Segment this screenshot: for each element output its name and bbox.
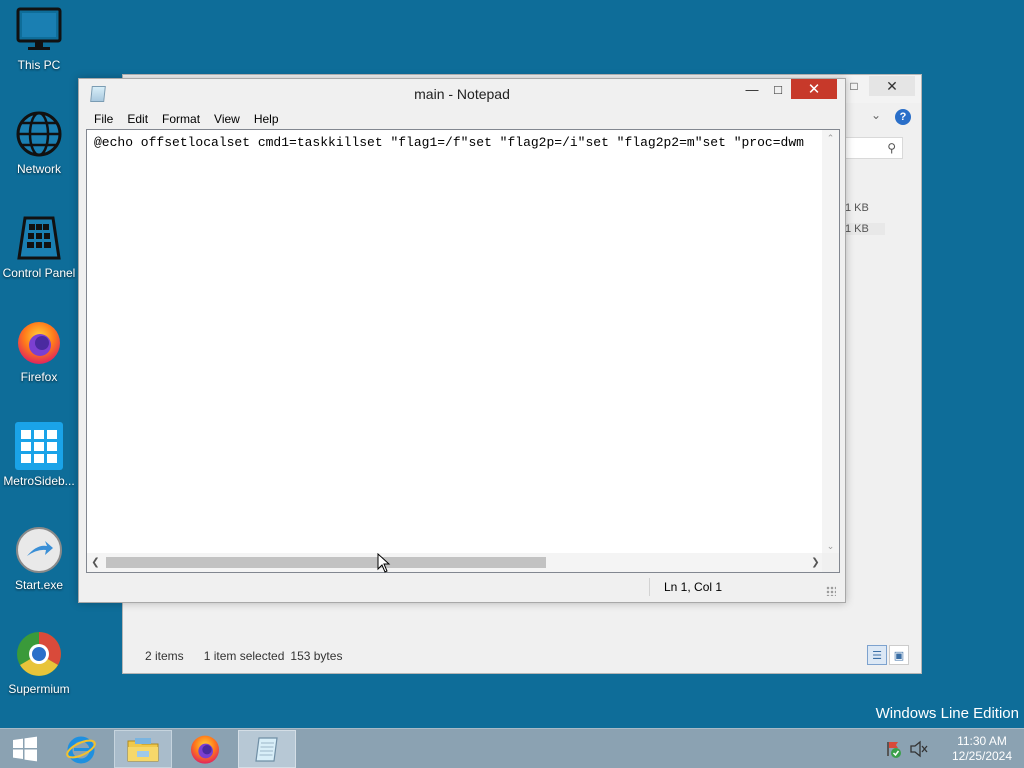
item-count: 2 items — [145, 649, 184, 663]
resize-grip-icon[interactable] — [826, 586, 836, 596]
mouse-cursor-icon — [377, 553, 391, 573]
volume-muted-icon[interactable] — [908, 738, 930, 760]
system-tray: 11:30 AM 12/25/2024 — [882, 729, 1024, 768]
details-view-icon[interactable]: ☰ — [867, 645, 887, 665]
maximize-button[interactable]: □ — [765, 79, 791, 99]
search-input[interactable]: ⚲ — [845, 137, 903, 159]
chevron-down-icon[interactable]: ⌄ — [871, 108, 881, 122]
desktop-icon-label: Network — [16, 162, 61, 176]
search-icon: ⚲ — [887, 141, 896, 155]
desktop-icon-firefox[interactable]: Firefox — [0, 318, 78, 384]
desktop-icon-start-exe[interactable]: Start.exe — [0, 526, 78, 592]
desktop-icon-network[interactable]: Network — [0, 110, 78, 176]
text-editor[interactable]: @echo offsetlocalset cmd1=taskkillset "f… — [86, 129, 840, 573]
taskbar-firefox[interactable] — [176, 730, 234, 768]
desktop-icon-label: Firefox — [20, 370, 58, 384]
internet-explorer-icon — [66, 736, 96, 764]
minimize-button[interactable]: — — [739, 79, 765, 99]
selected-size: 153 bytes — [290, 649, 343, 663]
vertical-scrollbar[interactable]: ⌃ ⌄ — [822, 130, 839, 555]
taskbar-notepad[interactable] — [238, 730, 296, 768]
supermium-icon — [15, 630, 63, 678]
notepad-titlebar[interactable]: main - Notepad — □ ✕ — [79, 79, 845, 107]
desktop-icon-supermium[interactable]: Supermium — [0, 630, 78, 696]
file-size: 1 KB — [845, 202, 869, 214]
notepad-window[interactable]: main - Notepad — □ ✕ File Edit Format Vi… — [78, 78, 846, 603]
desktop-icon-metrosidebar[interactable]: MetroSideb... — [0, 422, 78, 488]
desktop-icon-label: Supermium — [8, 682, 70, 696]
windows-logo-icon — [13, 736, 37, 762]
horizontal-scroll-thumb[interactable] — [106, 557, 546, 568]
close-icon[interactable]: ✕ — [869, 76, 915, 96]
clock-date: 12/25/2024 — [951, 749, 1013, 763]
file-size: 1 KB — [845, 223, 885, 235]
control-panel-icon — [15, 214, 63, 262]
globe-icon — [15, 110, 63, 158]
notepad-icon — [255, 737, 278, 762]
desktop-icon-this-pc[interactable]: This PC — [0, 6, 78, 72]
desktop-icon-label: Start.exe — [14, 578, 64, 592]
action-center-flag-icon[interactable] — [882, 738, 904, 760]
horizontal-scrollbar[interactable]: ❮ ❯ — [87, 553, 824, 572]
explorer-statusbar: 2 items 1 item selected 153 bytes — [123, 639, 921, 673]
taskbar: 11:30 AM 12/25/2024 — [0, 728, 1024, 768]
menu-view[interactable]: View — [207, 112, 247, 126]
desktop-icon-label: This PC — [17, 58, 61, 72]
menu-format[interactable]: Format — [155, 112, 207, 126]
firefox-icon — [15, 318, 63, 366]
start-arrow-icon — [15, 526, 63, 574]
menu-file[interactable]: File — [87, 112, 120, 126]
desktop-icon-label: MetroSideb... — [3, 474, 75, 488]
scroll-up-icon[interactable]: ⌃ — [822, 130, 839, 147]
edition-watermark: Windows Line Edition — [875, 705, 1019, 722]
notepad-statusbar: Ln 1, Col 1 — [86, 576, 838, 598]
file-explorer-icon — [127, 738, 159, 762]
desktop-icon-label: Control Panel — [2, 266, 76, 280]
firefox-icon — [191, 735, 219, 764]
scrollbar-corner — [822, 553, 839, 572]
taskbar-clock[interactable]: 11:30 AM 12/25/2024 — [940, 734, 1024, 764]
windows-tiles-icon — [15, 422, 63, 470]
menu-edit[interactable]: Edit — [120, 112, 155, 126]
start-button[interactable] — [0, 729, 50, 768]
status-divider — [649, 578, 650, 596]
clock-time: 11:30 AM — [957, 734, 1007, 748]
menu-help[interactable]: Help — [247, 112, 286, 126]
desktop-icon-control-panel[interactable]: Control Panel — [0, 214, 78, 280]
scroll-left-icon[interactable]: ❮ — [87, 553, 104, 572]
taskbar-internet-explorer[interactable] — [52, 730, 110, 768]
selected-count: 1 item selected — [203, 649, 285, 663]
monitor-icon — [15, 6, 63, 54]
help-icon[interactable]: ? — [895, 109, 911, 125]
menu-bar: File Edit Format View Help — [79, 107, 845, 131]
taskbar-file-explorer[interactable] — [114, 730, 172, 768]
large-icons-view-icon[interactable]: ▣ — [889, 645, 909, 665]
cursor-position: Ln 1, Col 1 — [664, 580, 723, 594]
window-title: main - Notepad — [414, 86, 510, 102]
close-button[interactable]: ✕ — [791, 79, 837, 99]
editor-content[interactable]: @echo offsetlocalset cmd1=taskkillset "f… — [94, 135, 816, 150]
